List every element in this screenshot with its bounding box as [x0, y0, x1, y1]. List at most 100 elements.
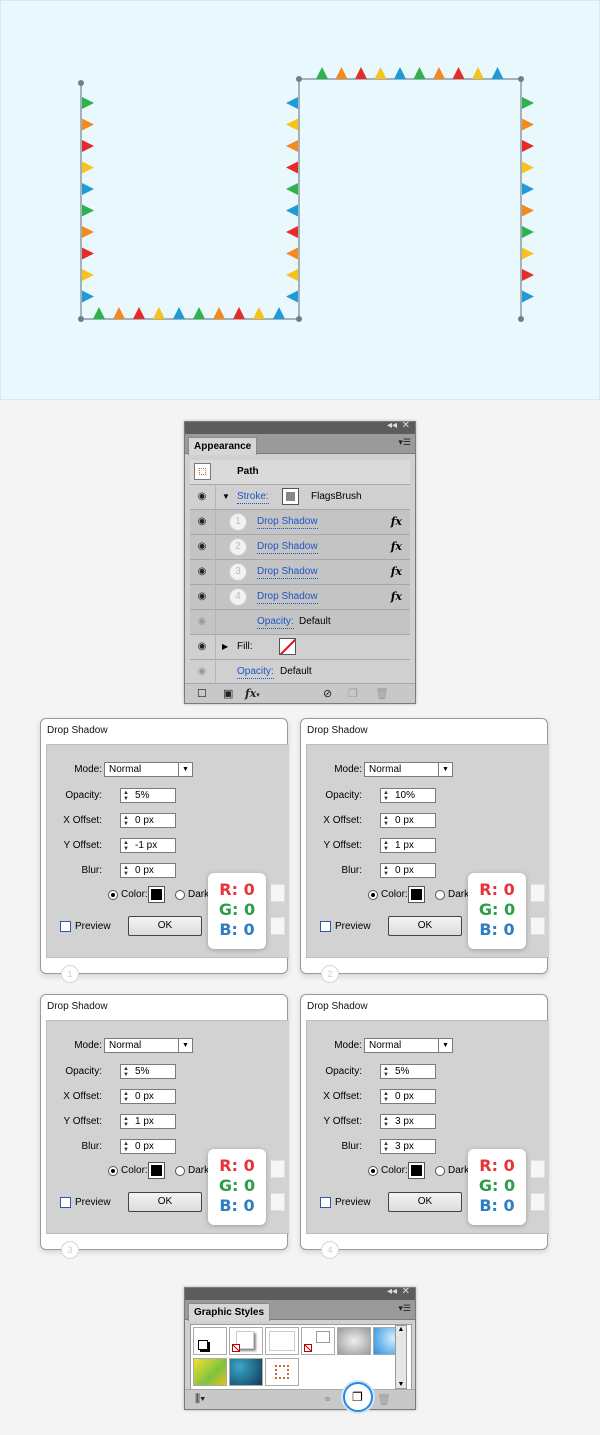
preview-checkbox[interactable]	[60, 921, 71, 932]
color-radio[interactable]	[368, 1166, 378, 1176]
mode-select[interactable]: Normal ▼	[104, 1038, 193, 1053]
style-blue-pattern-swatch[interactable]	[229, 1358, 263, 1386]
effect-row-2[interactable]: ◉ 2 Drop Shadow fx	[190, 535, 410, 560]
x-offset-input[interactable]: ▲ ▼ 0 px	[380, 813, 436, 828]
ok-button[interactable]: OK	[128, 916, 202, 936]
visibility-eye-icon[interactable]: ◉	[196, 641, 208, 653]
disclosure-triangle-open-icon[interactable]: ▼	[222, 491, 230, 503]
stepper-icon[interactable]: ▲ ▼	[123, 865, 129, 877]
opacity-row[interactable]: ◉ Opacity: Default	[190, 660, 410, 685]
y-offset-input[interactable]: ▲ ▼ -1 px	[120, 838, 176, 853]
disclosure-triangle-closed-icon[interactable]: ▶	[222, 641, 228, 653]
x-offset-input[interactable]: ▲ ▼ 0 px	[120, 1089, 176, 1104]
blur-input[interactable]: ▲ ▼ 3 px	[380, 1139, 436, 1154]
drop-shadow-link[interactable]: Drop Shadow	[257, 591, 318, 604]
chevron-down-icon[interactable]: ▼	[438, 763, 452, 776]
panel-menu-icon[interactable]: ▾☰	[398, 437, 411, 448]
delete-item-icon[interactable]: 🗑	[375, 687, 389, 700]
ok-button[interactable]: OK	[128, 1192, 202, 1212]
drop-shadow-link[interactable]: Drop Shadow	[257, 516, 318, 529]
ok-button[interactable]: OK	[388, 1192, 462, 1212]
ok-button[interactable]: OK	[388, 916, 462, 936]
stepper-icon[interactable]: ▲ ▼	[123, 840, 129, 852]
style-flags-swatch[interactable]	[265, 1358, 299, 1386]
blur-input[interactable]: ▲ ▼ 0 px	[120, 1139, 176, 1154]
opacity-input[interactable]: ▲ ▼ 5%	[380, 1064, 436, 1079]
opacity-input[interactable]: ▲ ▼ 5%	[120, 1064, 176, 1079]
shadow-color-swatch[interactable]	[148, 1162, 165, 1179]
stroke-opacity-link[interactable]: Opacity:	[257, 616, 294, 629]
stroke-row[interactable]: ◉ ▼ Stroke: FlagsBrush	[190, 485, 410, 510]
close-icon[interactable]: ✕	[402, 1286, 410, 1297]
stepper-icon[interactable]: ▲ ▼	[383, 865, 389, 877]
color-radio[interactable]	[108, 890, 118, 900]
shadow-color-swatch[interactable]	[148, 886, 165, 903]
stepper-icon[interactable]: ▲ ▼	[383, 815, 389, 827]
stepper-icon[interactable]: ▲ ▼	[383, 1066, 389, 1078]
panel-title-bar[interactable]: ◂◂ ✕	[185, 1286, 415, 1300]
darkness-radio[interactable]	[175, 890, 185, 900]
collapse-icon[interactable]: ◂◂	[387, 420, 397, 431]
mode-select[interactable]: Normal ▼	[364, 762, 453, 777]
opacity-link[interactable]: Opacity:	[237, 666, 274, 679]
drop-shadow-link[interactable]: Drop Shadow	[257, 541, 318, 554]
preview-checkbox[interactable]	[60, 1197, 71, 1208]
y-offset-input[interactable]: ▲ ▼ 1 px	[120, 1114, 176, 1129]
scrollbar[interactable]: ▲ ▼	[395, 1325, 407, 1389]
style-yellow-pattern-swatch[interactable]	[193, 1358, 227, 1386]
stroke-swatch[interactable]	[282, 488, 299, 505]
stepper-icon[interactable]: ▲ ▼	[123, 1141, 129, 1153]
add-new-stroke-icon[interactable]: ☐	[197, 687, 207, 700]
stepper-icon[interactable]: ▲ ▼	[383, 840, 389, 852]
color-radio[interactable]	[368, 890, 378, 900]
x-offset-input[interactable]: ▲ ▼ 0 px	[380, 1089, 436, 1104]
fx-icon[interactable]: fx	[391, 565, 402, 578]
add-new-effect-icon[interactable]: fx▾	[245, 687, 260, 700]
stepper-icon[interactable]: ▲ ▼	[123, 790, 129, 802]
style-shadow-swatch[interactable]	[229, 1327, 263, 1355]
effect-row-4[interactable]: ◉ 4 Drop Shadow fx	[190, 585, 410, 610]
opacity-input[interactable]: ▲ ▼ 5%	[120, 788, 176, 803]
opacity-input[interactable]: ▲ ▼ 10%	[380, 788, 436, 803]
stepper-icon[interactable]: ▲ ▼	[123, 1091, 129, 1103]
style-libraries-menu-icon[interactable]: ⫼▾	[195, 1393, 205, 1406]
darkness-radio[interactable]	[435, 1166, 445, 1176]
break-link-icon[interactable]: ⚭	[323, 1393, 332, 1406]
scroll-down-icon[interactable]: ▼	[396, 1381, 406, 1388]
visibility-eye-icon[interactable]: ◉	[196, 566, 208, 578]
tab-appearance[interactable]: Appearance	[188, 437, 258, 455]
stepper-icon[interactable]: ▲ ▼	[383, 1116, 389, 1128]
effect-row-3[interactable]: ◉ 3 Drop Shadow fx	[190, 560, 410, 585]
chevron-down-icon[interactable]: ▼	[178, 1039, 192, 1052]
stepper-icon[interactable]: ▲ ▼	[123, 815, 129, 827]
chevron-down-icon[interactable]: ▼	[178, 763, 192, 776]
add-new-fill-icon[interactable]: ▣	[223, 687, 233, 700]
close-icon[interactable]: ✕	[402, 420, 410, 431]
stroke-opacity-row[interactable]: ◉ Opacity: Default	[190, 610, 410, 635]
fill-row[interactable]: ◉ ▶ Fill:	[190, 635, 410, 660]
delete-style-icon[interactable]: 🗑	[377, 1393, 391, 1406]
new-graphic-style-button[interactable]: ❐	[343, 1382, 373, 1412]
x-offset-input[interactable]: ▲ ▼ 0 px	[120, 813, 176, 828]
blur-input[interactable]: ▲ ▼ 0 px	[120, 863, 176, 878]
panel-menu-icon[interactable]: ▾☰	[398, 1303, 411, 1314]
scroll-up-icon[interactable]: ▲	[396, 1326, 406, 1333]
shadow-color-swatch[interactable]	[408, 886, 425, 903]
stepper-icon[interactable]: ▲ ▼	[383, 790, 389, 802]
visibility-eye-icon[interactable]: ◉	[196, 591, 208, 603]
shadow-color-swatch[interactable]	[408, 1162, 425, 1179]
y-offset-input[interactable]: ▲ ▼ 3 px	[380, 1114, 436, 1129]
duplicate-item-icon[interactable]: ❐	[348, 687, 358, 700]
visibility-eye-icon[interactable]: ◉	[196, 666, 208, 678]
chevron-down-icon[interactable]: ▼	[438, 1039, 452, 1052]
panel-title-bar[interactable]: ◂◂ ✕	[185, 420, 415, 434]
stepper-icon[interactable]: ▲ ▼	[383, 1141, 389, 1153]
stepper-icon[interactable]: ▲ ▼	[123, 1066, 129, 1078]
fx-icon[interactable]: fx	[391, 590, 402, 603]
darkness-radio[interactable]	[435, 890, 445, 900]
effect-row-1[interactable]: ◉ 1 Drop Shadow fx	[190, 510, 410, 535]
preview-checkbox[interactable]	[320, 1197, 331, 1208]
style-default-swatch[interactable]	[193, 1327, 227, 1355]
visibility-eye-icon[interactable]: ◉	[196, 491, 208, 503]
stroke-label[interactable]: Stroke:	[237, 491, 269, 504]
